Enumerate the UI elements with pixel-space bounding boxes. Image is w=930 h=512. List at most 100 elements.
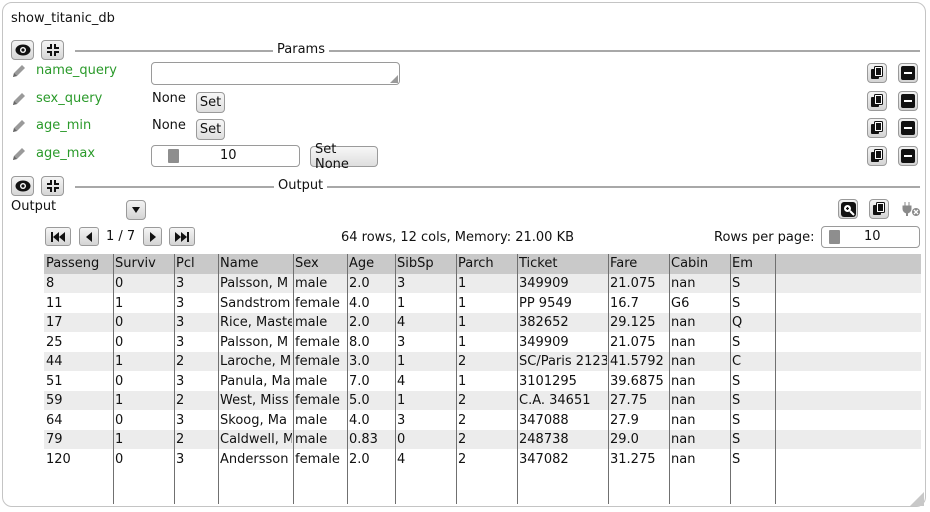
- column-divider[interactable]: [113, 254, 114, 504]
- table-cell[interactable]: 382652: [519, 315, 607, 330]
- table-cell[interactable]: nan: [671, 432, 729, 447]
- toggle-visibility-button[interactable]: [11, 176, 34, 196]
- remove-button[interactable]: [898, 118, 918, 138]
- remove-button[interactable]: [898, 146, 918, 166]
- column-divider[interactable]: [730, 254, 731, 504]
- column-header[interactable]: Age: [349, 256, 394, 271]
- rows-per-page-slider[interactable]: 10: [821, 226, 920, 248]
- prev-page-button[interactable]: [79, 227, 99, 246]
- table-cell[interactable]: 0: [115, 374, 173, 389]
- table-cell[interactable]: nan: [671, 452, 729, 467]
- table-cell[interactable]: C.A. 34651: [519, 393, 607, 408]
- table-cell[interactable]: 21.075: [610, 335, 668, 350]
- zoom-in-button[interactable]: [838, 199, 858, 219]
- column-divider[interactable]: [608, 254, 609, 504]
- last-page-button[interactable]: [169, 227, 195, 246]
- column-header[interactable]: Ticket: [519, 256, 607, 271]
- table-cell[interactable]: nan: [671, 276, 729, 291]
- table-cell[interactable]: 4: [397, 374, 455, 389]
- table-cell[interactable]: 3.0: [349, 354, 394, 369]
- column-divider[interactable]: [395, 254, 396, 504]
- table-cell[interactable]: 2: [176, 432, 217, 447]
- table-cell[interactable]: 349909: [519, 276, 607, 291]
- table-cell[interactable]: female: [295, 452, 346, 467]
- column-divider[interactable]: [347, 254, 348, 504]
- table-cell[interactable]: S: [732, 276, 774, 291]
- table-cell[interactable]: 5.0: [349, 393, 394, 408]
- table-cell[interactable]: Palsson, M: [220, 335, 292, 350]
- remove-button[interactable]: [898, 91, 918, 111]
- table-cell[interactable]: nan: [671, 354, 729, 369]
- table-cell[interactable]: 3: [176, 374, 217, 389]
- toggle-visibility-button[interactable]: [11, 40, 34, 60]
- table-cell[interactable]: Rice, Maste: [220, 315, 292, 330]
- column-divider[interactable]: [775, 254, 776, 504]
- table-cell[interactable]: 27.75: [610, 393, 668, 408]
- table-cell[interactable]: Laroche, M: [220, 354, 292, 369]
- table-cell[interactable]: 0: [397, 432, 455, 447]
- table-cell[interactable]: S: [732, 393, 774, 408]
- remove-button[interactable]: [898, 63, 918, 83]
- table-cell[interactable]: 2: [458, 354, 516, 369]
- pencil-icon[interactable]: [11, 91, 27, 107]
- column-divider[interactable]: [669, 254, 670, 504]
- table-cell[interactable]: SC/Paris 2123: [519, 354, 607, 369]
- pencil-icon[interactable]: [11, 63, 27, 79]
- table-cell[interactable]: 64: [46, 413, 112, 428]
- table-cell[interactable]: 1: [115, 432, 173, 447]
- table-cell[interactable]: male: [295, 413, 346, 428]
- table-cell[interactable]: 347088: [519, 413, 607, 428]
- table-cell[interactable]: Caldwell, M: [220, 432, 292, 447]
- table-cell[interactable]: 17: [46, 315, 112, 330]
- column-header[interactable]: SibSp: [397, 256, 455, 271]
- table-cell[interactable]: 1: [458, 296, 516, 311]
- table-cell[interactable]: 2: [458, 393, 516, 408]
- collapse-button[interactable]: [41, 40, 64, 60]
- copy-output-button[interactable]: [869, 199, 889, 219]
- table-cell[interactable]: nan: [671, 335, 729, 350]
- column-header[interactable]: Em: [732, 256, 774, 271]
- output-dropdown-button[interactable]: [126, 200, 146, 220]
- table-cell[interactable]: 3: [397, 276, 455, 291]
- table-cell[interactable]: 44: [46, 354, 112, 369]
- table-cell[interactable]: 4.0: [349, 296, 394, 311]
- table-cell[interactable]: 2: [458, 432, 516, 447]
- column-divider[interactable]: [456, 254, 457, 504]
- table-cell[interactable]: 79: [46, 432, 112, 447]
- table-cell[interactable]: nan: [671, 374, 729, 389]
- table-cell[interactable]: 0.83: [349, 432, 394, 447]
- copy-button[interactable]: [867, 63, 887, 83]
- table-cell[interactable]: 0: [115, 452, 173, 467]
- table-cell[interactable]: male: [295, 276, 346, 291]
- table-cell[interactable]: 0: [115, 276, 173, 291]
- table-cell[interactable]: 349909: [519, 335, 607, 350]
- table-cell[interactable]: 11: [46, 296, 112, 311]
- table-cell[interactable]: 4: [397, 452, 455, 467]
- sex-query-set-button[interactable]: Set: [196, 92, 225, 113]
- table-cell[interactable]: S: [732, 432, 774, 447]
- next-page-button[interactable]: [143, 227, 162, 246]
- table-cell[interactable]: 2.0: [349, 452, 394, 467]
- table-cell[interactable]: 3: [176, 296, 217, 311]
- column-divider[interactable]: [517, 254, 518, 504]
- table-cell[interactable]: 347082: [519, 452, 607, 467]
- table-cell[interactable]: 3: [397, 335, 455, 350]
- table-cell[interactable]: 29.125: [610, 315, 668, 330]
- table-cell[interactable]: S: [732, 452, 774, 467]
- table-cell[interactable]: 1: [458, 315, 516, 330]
- column-header[interactable]: Parch: [458, 256, 516, 271]
- table-cell[interactable]: S: [732, 374, 774, 389]
- table-cell[interactable]: S: [732, 296, 774, 311]
- table-cell[interactable]: 3: [176, 335, 217, 350]
- table-cell[interactable]: 8.0: [349, 335, 394, 350]
- table-cell[interactable]: 1: [397, 296, 455, 311]
- table-cell[interactable]: male: [295, 432, 346, 447]
- table-cell[interactable]: 1: [397, 393, 455, 408]
- table-cell[interactable]: 0: [115, 315, 173, 330]
- table-cell[interactable]: S: [732, 413, 774, 428]
- table-cell[interactable]: 0: [115, 413, 173, 428]
- column-header[interactable]: Pcl: [176, 256, 217, 271]
- table-cell[interactable]: 2: [458, 452, 516, 467]
- table-cell[interactable]: nan: [671, 315, 729, 330]
- table-cell[interactable]: 2.0: [349, 315, 394, 330]
